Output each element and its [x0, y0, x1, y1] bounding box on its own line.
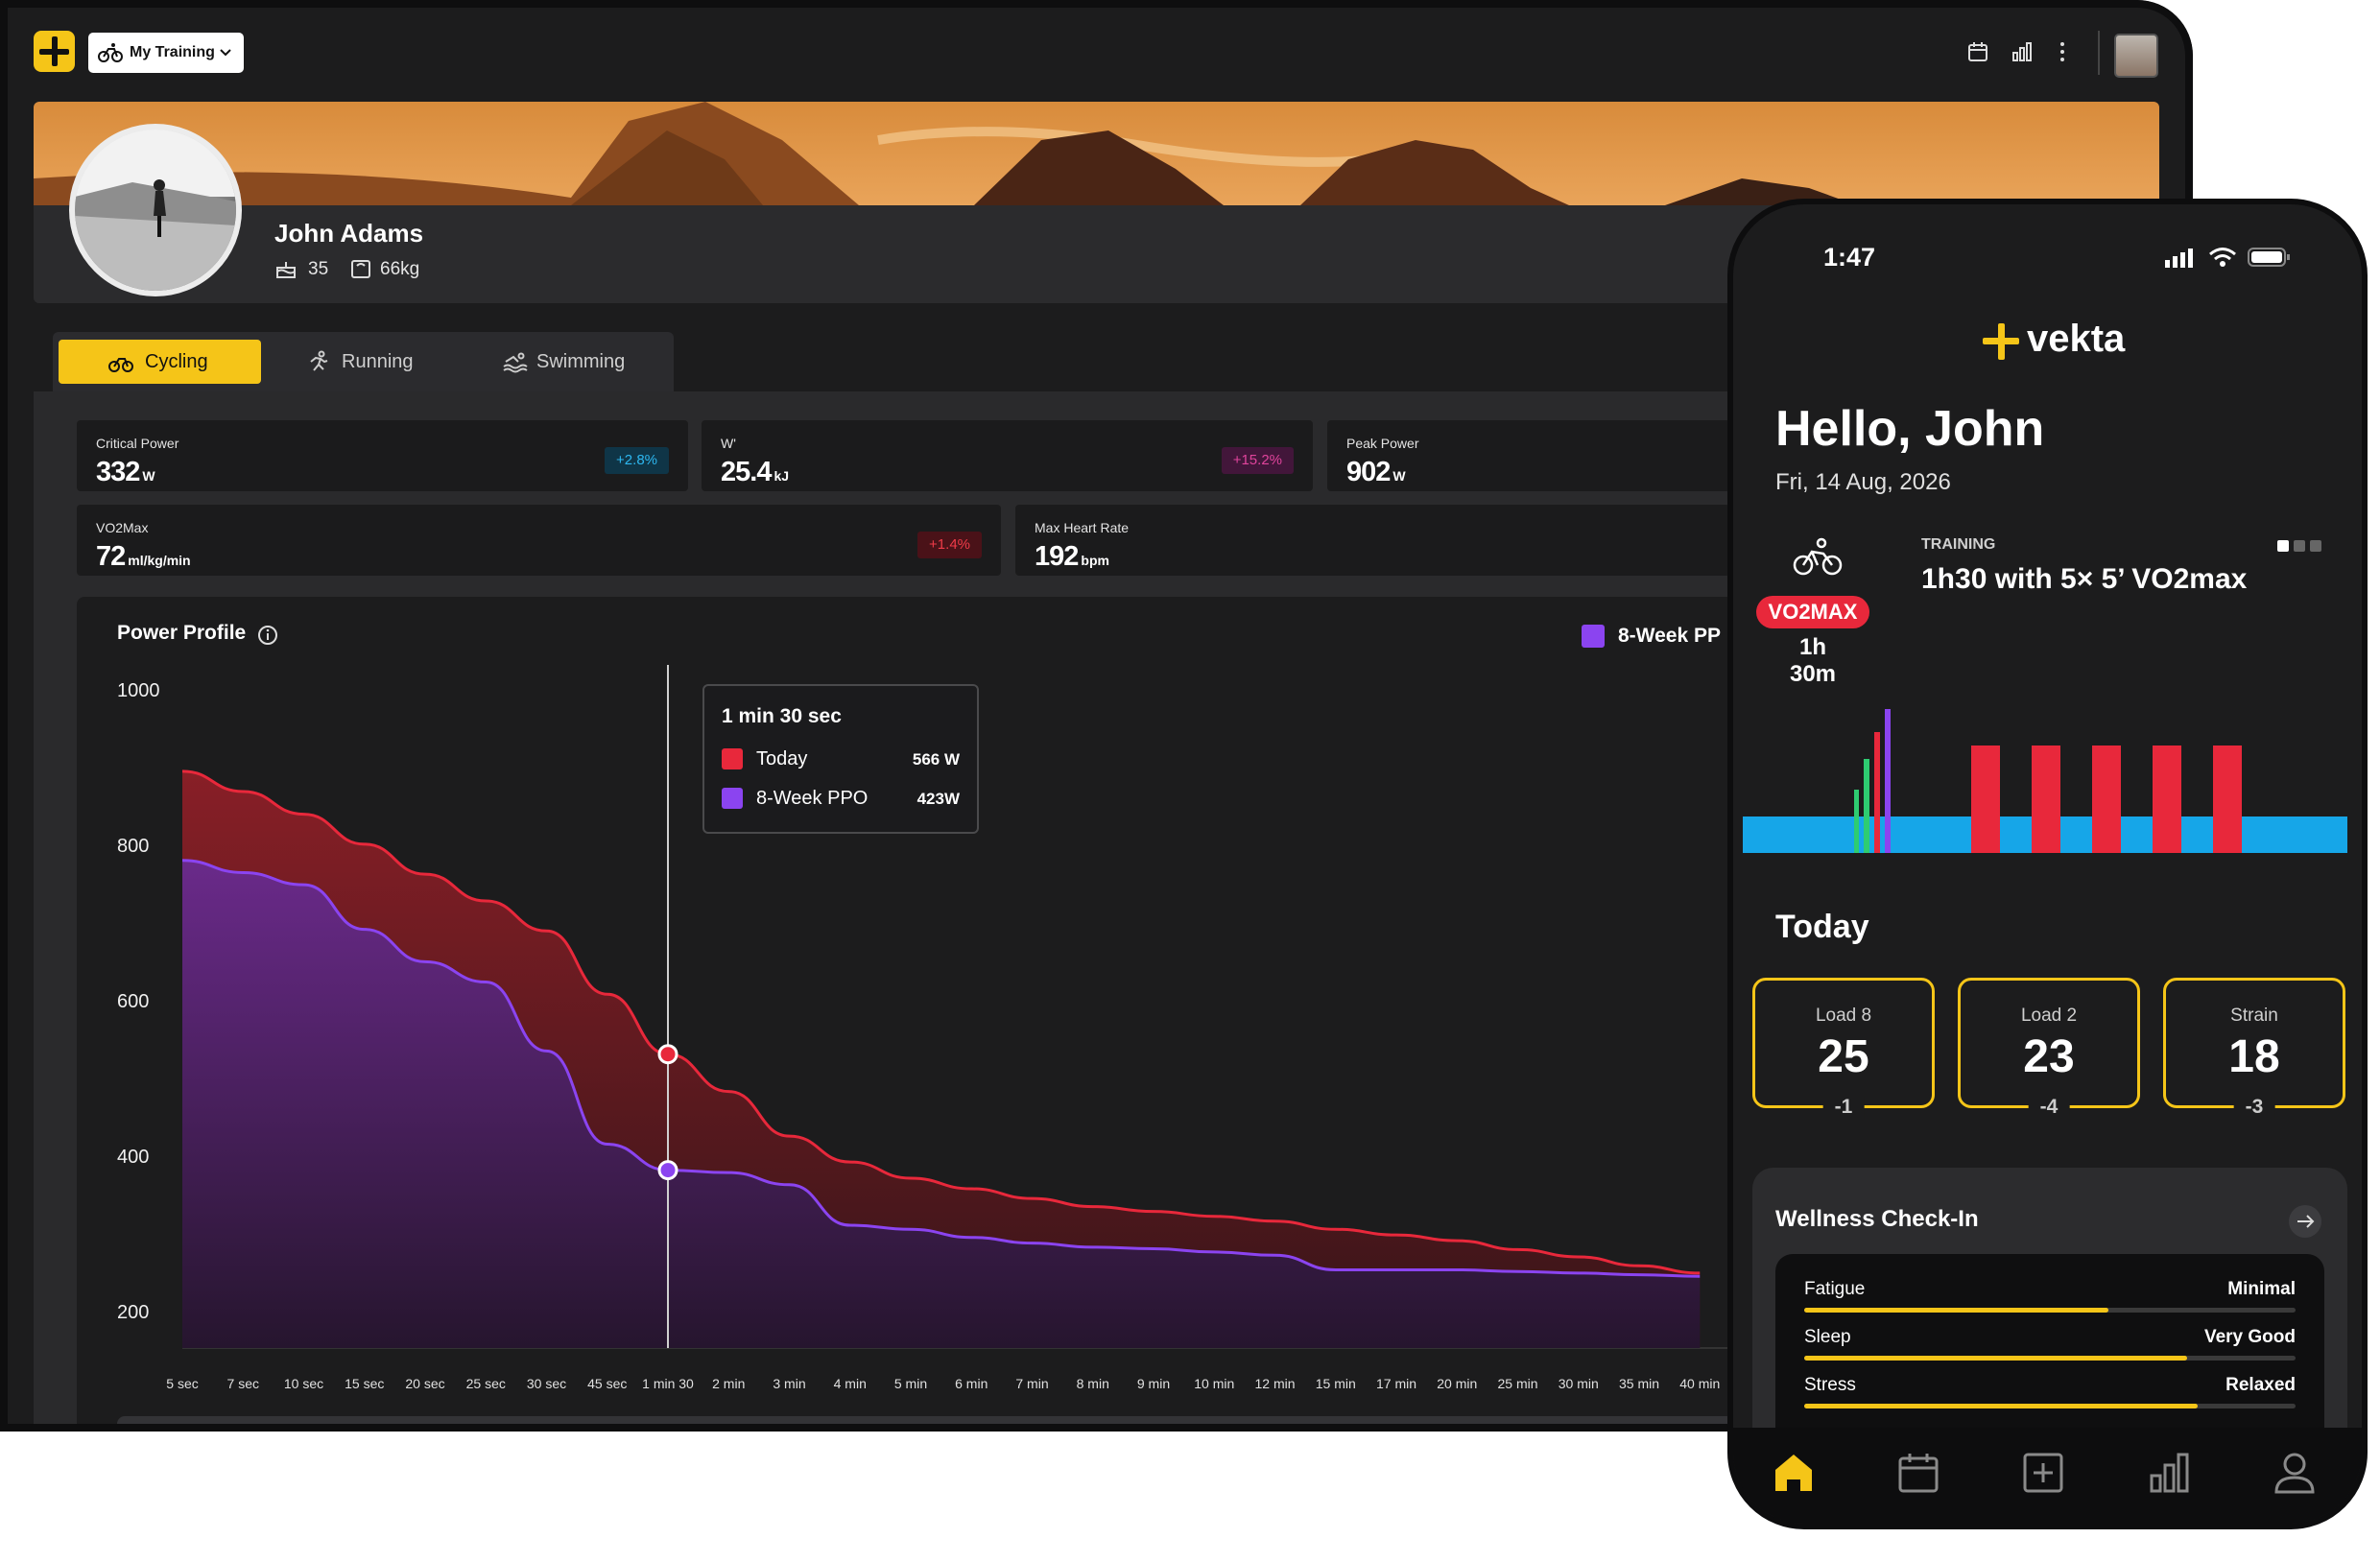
status-time: 1:47	[1823, 243, 1876, 272]
hover-point-ppo	[657, 1160, 678, 1181]
x-tick-label: 8 min	[1076, 1376, 1109, 1391]
brand-name: vekta	[2027, 318, 2126, 360]
home-icon[interactable]	[1772, 1451, 1816, 1495]
chart-icon[interactable]	[2148, 1451, 2192, 1495]
x-tick-label: 25 sec	[465, 1376, 506, 1391]
x-tick-label: 7 sec	[226, 1376, 259, 1391]
workout-interval-bar	[2092, 746, 2121, 853]
tooltip-swatch-today	[722, 748, 743, 769]
training-label: TRAINING	[1921, 536, 1996, 553]
x-tick-label: 5 min	[893, 1376, 928, 1391]
arrow-right-icon[interactable]	[2288, 1204, 2322, 1239]
chart-tooltip: 1 min 30 sec Today 566 W 8-Week PPO 423W	[702, 684, 979, 834]
x-tick-label: 25 min	[1497, 1376, 1538, 1391]
load-card[interactable]: Load 2 23 -4	[1958, 978, 2140, 1119]
x-tick-label: 9 min	[1136, 1376, 1171, 1391]
x-tick-label: 3 min	[773, 1376, 806, 1391]
x-tick-label: 15 min	[1315, 1376, 1356, 1391]
x-tick-label: 30 min	[1558, 1376, 1599, 1391]
tooltip-title: 1 min 30 sec	[722, 705, 842, 727]
wellness-row-stress: Stress Relaxed	[1804, 1375, 2296, 1396]
workout-interval-bar	[2032, 746, 2060, 853]
wifi-icon	[2209, 248, 2236, 267]
x-tick-label: 45 sec	[587, 1376, 628, 1391]
wellness-bar	[1804, 1404, 2296, 1408]
wellness-value: Minimal	[2227, 1279, 2296, 1299]
battery-icon	[2248, 248, 2290, 267]
workout-structure-chart	[1743, 709, 2347, 853]
tooltip-value: 423W	[916, 790, 960, 808]
signal-icon	[2165, 248, 2193, 268]
load-label: Load 2	[2020, 1006, 2078, 1026]
wellness-title: Wellness Check-In	[1775, 1206, 1979, 1232]
workout-warmup-bar	[1864, 759, 1869, 853]
load-label: Load 8	[1815, 1006, 1872, 1026]
x-tick-label: 6 min	[955, 1376, 988, 1391]
date-label: Fri, 14 Aug, 2026	[1775, 469, 1951, 495]
workout-warmup-bar	[1885, 709, 1891, 853]
wellness-value: Very Good	[2203, 1327, 2296, 1347]
training-title: 1h30 with 5× 5’ VO2max	[1921, 563, 2248, 595]
x-tick-label: 1 min 30	[642, 1376, 694, 1391]
x-tick-label: 10 min	[1194, 1376, 1235, 1391]
load-delta: -3	[2233, 1096, 2275, 1119]
today-title: Today	[1775, 909, 1869, 945]
load-value: 25	[1818, 1031, 1869, 1082]
x-tick-label: 35 min	[1618, 1376, 1660, 1391]
wellness-row-fatigue: Fatigue Minimal	[1804, 1279, 2296, 1300]
phone-app: 1:47 vekta Hello, John Fri, 14 Aug, 2026…	[1727, 199, 2368, 1529]
x-tick-label: 30 sec	[526, 1376, 567, 1391]
x-tick-label: 15 sec	[345, 1376, 385, 1391]
x-tick-label: 5 sec	[166, 1376, 199, 1391]
load-delta: -4	[2028, 1096, 2070, 1119]
bike-icon	[1793, 537, 1843, 576]
workout-warmup-bar	[1874, 732, 1880, 853]
tooltip-swatch-ppo	[722, 788, 743, 809]
load-value: 23	[2023, 1031, 2075, 1082]
x-tick-label: 7 min	[1015, 1376, 1049, 1391]
tooltip-value: 566 W	[912, 750, 960, 769]
workout-type-badge: VO2MAX	[1756, 596, 1869, 628]
load-label: Strain	[2230, 1006, 2278, 1026]
load-value: 18	[2228, 1031, 2280, 1082]
workout-interval-bar	[2213, 746, 2242, 853]
x-tick-label: 2 min	[712, 1376, 746, 1391]
wellness-row-sleep: Sleep Very Good	[1804, 1327, 2296, 1348]
x-tick-label: 10 sec	[283, 1376, 324, 1391]
workout-interval-bar	[1971, 746, 2000, 853]
bottom-nav	[1733, 1428, 2362, 1524]
add-icon[interactable]	[2021, 1451, 2065, 1495]
tooltip-label: 8-Week PPO	[756, 788, 869, 809]
workout-interval-bar	[2153, 746, 2181, 853]
x-tick-label: 4 min	[833, 1376, 867, 1391]
horizontal-scrollbar[interactable]	[117, 1416, 1749, 1432]
strain-card[interactable]: Strain 18 -3	[2163, 978, 2345, 1119]
x-tick-label: 12 min	[1254, 1376, 1296, 1391]
calendar-icon[interactable]	[1896, 1451, 1940, 1495]
wellness-bar	[1804, 1356, 2296, 1361]
workout-warmup-bar	[1854, 790, 1859, 853]
tooltip-label: Today	[756, 748, 808, 769]
load-card[interactable]: Load 8 25 -1	[1752, 978, 1935, 1119]
x-tick-label: 20 min	[1437, 1376, 1478, 1391]
greeting: Hello, John	[1775, 401, 2045, 457]
vekta-logo-icon	[1983, 323, 2019, 360]
wellness-value: Relaxed	[2225, 1375, 2296, 1395]
wellness-bar	[1804, 1308, 2296, 1313]
wellness-label: Stress	[1804, 1375, 1856, 1395]
x-tick-label: 40 min	[1679, 1376, 1721, 1391]
load-delta: -1	[1822, 1096, 1865, 1119]
x-tick-label: 20 sec	[405, 1376, 445, 1391]
x-tick-label: 17 min	[1375, 1376, 1417, 1391]
hover-point-today	[657, 1044, 678, 1065]
profile-icon[interactable]	[2273, 1451, 2317, 1495]
wellness-label: Sleep	[1804, 1327, 1851, 1347]
wellness-label: Fatigue	[1804, 1279, 1866, 1299]
